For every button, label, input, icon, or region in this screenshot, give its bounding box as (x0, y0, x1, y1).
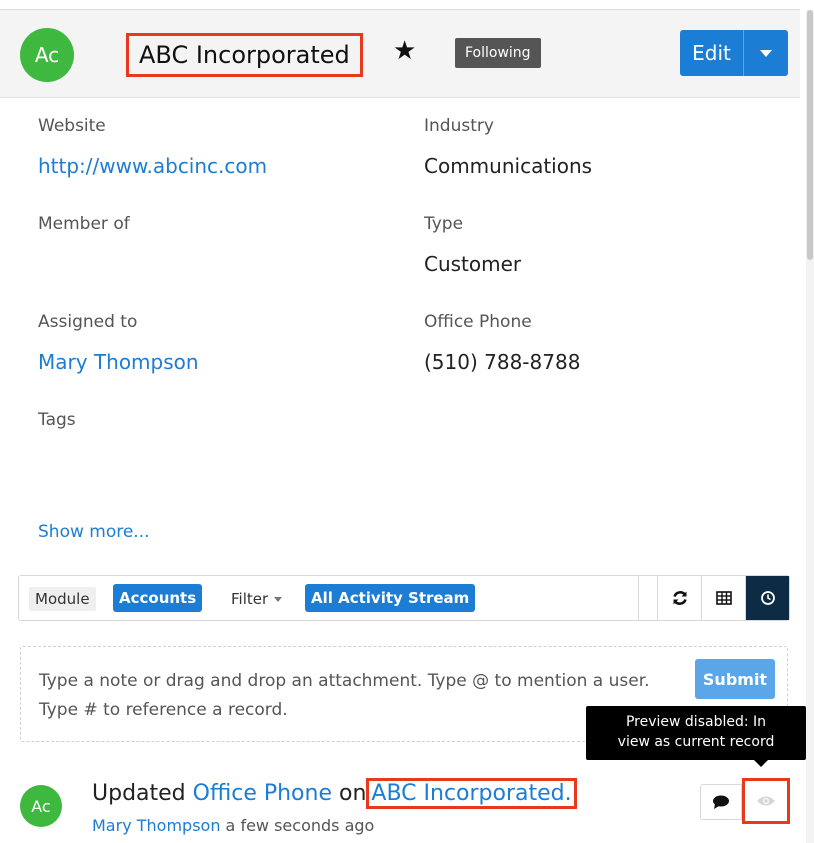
filter-all-activity-pill[interactable]: All Activity Stream (305, 584, 476, 612)
eye-icon (757, 796, 775, 806)
filter-dropdown[interactable]: Filter (231, 587, 283, 611)
assigned-user-link[interactable]: Mary Thompson (38, 350, 199, 374)
comment-icon (713, 795, 729, 809)
office-phone-value: (510) 788-8788 (424, 350, 581, 374)
website-link[interactable]: http://www.abcinc.com (38, 154, 267, 178)
preview-button-disabled[interactable] (742, 778, 790, 824)
industry-label: Industry (424, 116, 494, 136)
tooltip-line-1: Preview disabled: In (625, 714, 767, 730)
activity-message: Updated Office Phone on ABC Incorporated. (92, 778, 577, 809)
edit-button-group: Edit (680, 30, 788, 76)
industry-value: Communications (424, 154, 593, 178)
activity-record-link[interactable]: ABC Incorporated. (371, 781, 571, 806)
activity-time: a few seconds ago (225, 816, 375, 835)
stream-filter-box[interactable]: Module Accounts Filter All Activity Stre… (19, 576, 639, 620)
scrollbar-thumb[interactable] (807, 10, 813, 260)
activity-user-link[interactable]: Mary Thompson (92, 816, 220, 835)
tooltip-line-2: view as current record (617, 734, 775, 750)
show-more-link[interactable]: Show more... (38, 522, 150, 542)
favorite-star-icon[interactable]: ★ (393, 36, 416, 66)
member-of-label: Member of (38, 214, 130, 234)
activity-field-link[interactable]: Office Phone (193, 781, 332, 806)
edit-dropdown-toggle[interactable] (744, 30, 788, 76)
type-label: Type (424, 214, 464, 234)
chevron-down-icon (760, 49, 772, 57)
activity-stream-toolbar: Module Accounts Filter All Activity Stre… (18, 575, 790, 621)
module-label: Module (29, 587, 96, 611)
website-label: Website (38, 116, 106, 136)
refresh-button[interactable] (657, 576, 701, 620)
record-avatar: Ac (20, 28, 74, 82)
preview-disabled-tooltip: Preview disabled: In view as current rec… (586, 706, 806, 760)
activity-avatar: Ac (20, 785, 62, 827)
table-view-button[interactable] (701, 576, 745, 620)
office-phone-label: Office Phone (424, 312, 532, 332)
type-value: Customer (424, 252, 522, 276)
note-placeholder: Type a note or drag and drop an attachme… (39, 671, 650, 720)
chevron-down-icon (274, 596, 283, 602)
comment-button[interactable] (700, 784, 742, 820)
activity-prefix: Updated (92, 781, 186, 806)
filter-label: Filter (231, 590, 269, 608)
activity-stream-view-button[interactable] (745, 576, 789, 620)
submit-button[interactable]: Submit (695, 659, 775, 699)
scrollbar[interactable] (806, 10, 814, 843)
following-button[interactable]: Following (455, 38, 541, 68)
tooltip-arrow (754, 760, 768, 767)
table-icon (715, 591, 732, 605)
module-accounts-pill[interactable]: Accounts (113, 584, 203, 612)
record-title-highlighted: ABC Incorporated (126, 33, 363, 77)
record-header: Ac ABC Incorporated ★ Following Edit (0, 10, 800, 98)
edit-button[interactable]: Edit (680, 30, 744, 76)
activity-meta: Mary Thompson a few seconds ago (92, 816, 374, 835)
clock-icon (760, 591, 775, 605)
activity-record-highlight: ABC Incorporated. (366, 778, 577, 809)
record-title: ABC Incorporated (139, 41, 350, 69)
tags-label: Tags (38, 410, 76, 430)
assigned-to-label: Assigned to (38, 312, 138, 332)
refresh-icon (672, 591, 687, 605)
activity-middle: on (339, 781, 367, 806)
